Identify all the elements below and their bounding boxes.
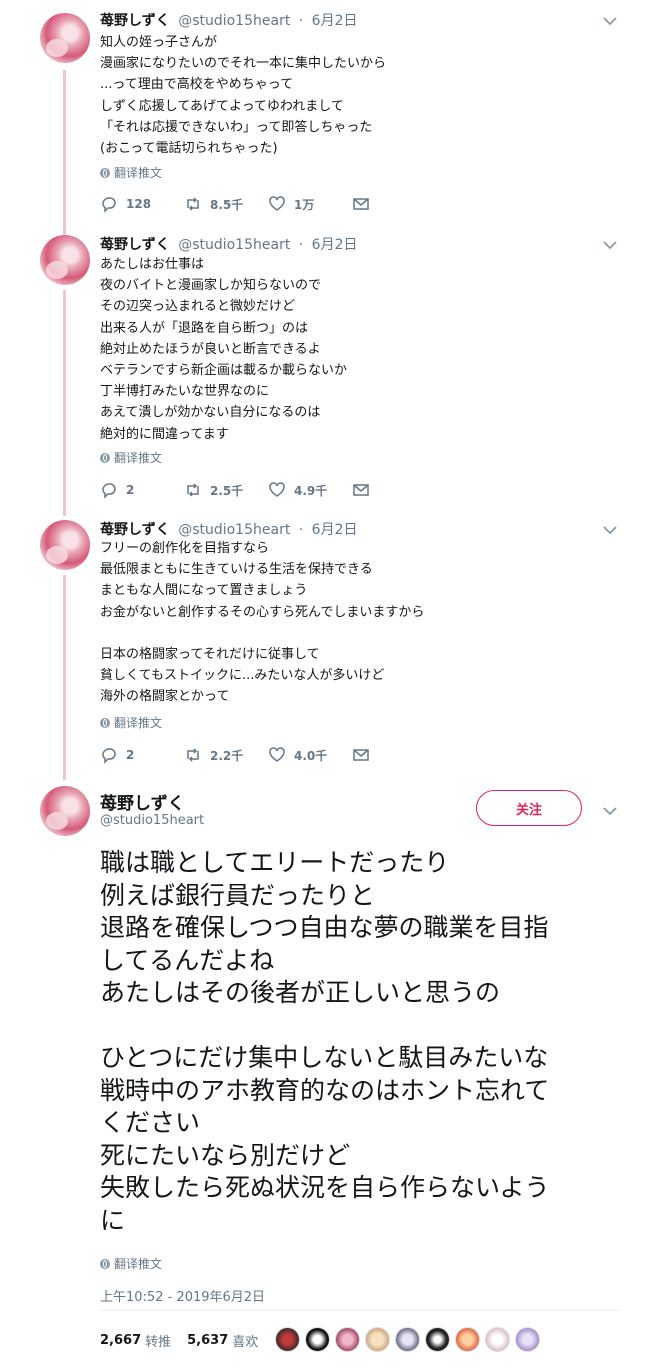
heart-icon — [269, 747, 285, 762]
message-button[interactable] — [352, 481, 436, 499]
tweet-header: 苺野しずく @studio15heart · 6月2日 — [100, 234, 358, 254]
liker-avatar[interactable] — [365, 1327, 390, 1352]
liker-avatars — [275, 1327, 540, 1352]
reply-icon — [102, 483, 116, 499]
heart-icon — [269, 482, 285, 497]
main-tweet: 苺野しずく @studio15heart 关注 職は職としてエリートだったり 例… — [0, 780, 660, 1371]
author-handle[interactable]: @studio15heart — [178, 237, 290, 253]
reply-count: 128 — [126, 197, 152, 211]
engagement-stats: 2,667 转推 5,637 喜欢 — [100, 1331, 258, 1350]
translate-link[interactable]: 翻译推文 — [100, 714, 162, 731]
reply-button[interactable]: 128 — [100, 195, 184, 213]
avatar[interactable] — [40, 235, 90, 285]
translate-link[interactable]: 翻译推文 — [100, 449, 162, 466]
translate-link[interactable]: 翻译推文 — [100, 164, 162, 181]
liker-avatar[interactable] — [275, 1327, 300, 1352]
author-handle[interactable]: @studio15heart — [178, 13, 290, 29]
retweet-count: 2.5千 — [210, 483, 244, 498]
tweet[interactable]: 苺野しずく @studio15heart · 6月2日 あたしはお仕事は 夜のバ… — [0, 225, 660, 510]
like-count[interactable]: 5,637 — [187, 1333, 228, 1348]
retweet-button[interactable]: 8.5千 — [184, 195, 268, 213]
tweet-actions: 2 2.2千 4.0千 — [100, 746, 436, 764]
liker-avatar[interactable] — [395, 1327, 420, 1352]
envelope-icon — [353, 198, 369, 210]
retweet-button[interactable]: 2.5千 — [184, 481, 268, 499]
retweet-icon — [187, 197, 199, 211]
retweet-count[interactable]: 2,667 — [100, 1333, 141, 1348]
author-handle[interactable]: @studio15heart — [178, 522, 290, 538]
reply-icon — [102, 748, 116, 764]
like-count: 4.0千 — [294, 748, 328, 763]
retweet-button[interactable]: 2.2千 — [184, 746, 268, 764]
tweet-actions: 128 8.5千 1万 — [100, 195, 436, 213]
liker-avatar[interactable] — [425, 1327, 450, 1352]
message-button[interactable] — [352, 195, 436, 213]
envelope-icon — [353, 484, 369, 496]
globe-icon — [100, 452, 110, 463]
separator: · — [298, 13, 304, 29]
author-name[interactable]: 苺野しずく — [100, 522, 170, 538]
like-count: 4.9千 — [294, 483, 328, 498]
author-handle[interactable]: @studio15heart — [100, 813, 204, 828]
author-name[interactable]: 苺野しずく — [100, 13, 170, 29]
envelope-icon — [353, 749, 369, 761]
liker-avatar[interactable] — [515, 1327, 540, 1352]
chevron-down-icon[interactable] — [602, 804, 618, 816]
tweet-timestamp[interactable]: 上午10:52 - 2019年6月2日 — [100, 1286, 265, 1305]
like-label[interactable]: 喜欢 — [232, 1331, 258, 1350]
like-button[interactable]: 4.9千 — [268, 481, 352, 499]
retweet-count: 8.5千 — [210, 197, 244, 212]
follow-button[interactable]: 关注 — [476, 790, 582, 826]
translate-link[interactable]: 翻译推文 — [100, 1255, 162, 1272]
divider — [100, 1310, 620, 1311]
tweet[interactable]: 苺野しずく @studio15heart · 6月2日 フリーの創作化を目指すな… — [0, 510, 660, 780]
retweet-icon — [187, 483, 199, 497]
tweet-text: 職は職としてエリートだったり 例えば銀行員だったりと 退路を確保しつつ自由な夢の… — [100, 848, 550, 1235]
tweet-header: 苺野しずく @studio15heart · 6月2日 — [100, 519, 358, 539]
translate-label: 翻译推文 — [114, 166, 163, 180]
tweet-header: 苺野しずく @studio15heart · 6月2日 — [100, 10, 358, 30]
retweet-label[interactable]: 转推 — [145, 1331, 171, 1350]
tweet-text: あたしはお仕事は 夜のバイトと漫画家しか知らないので その辺突っ込まれると微妙だ… — [100, 257, 348, 442]
liker-avatar[interactable] — [335, 1327, 360, 1352]
like-button[interactable]: 4.0千 — [268, 746, 352, 764]
chevron-down-icon[interactable] — [602, 14, 618, 26]
translate-label: 翻译推文 — [114, 1257, 163, 1271]
tweet-date[interactable]: 6月2日 — [312, 237, 358, 253]
retweet-icon — [187, 748, 199, 762]
separator: · — [298, 237, 304, 253]
tweet-actions: 2 2.5千 4.9千 — [100, 481, 436, 499]
globe-icon — [100, 1258, 110, 1269]
like-button[interactable]: 1万 — [268, 195, 352, 213]
reply-count: 2 — [126, 483, 135, 497]
liker-avatar[interactable] — [455, 1327, 480, 1352]
reply-count: 2 — [126, 748, 135, 762]
heart-icon — [269, 196, 285, 211]
author-name[interactable]: 苺野しずく — [100, 237, 170, 253]
like-count: 1万 — [294, 197, 315, 212]
tweet[interactable]: 苺野しずく @studio15heart · 6月2日 知人の姪っ子さんが 漫画… — [0, 0, 660, 225]
tweet-text: 知人の姪っ子さんが 漫画家になりたいのでそれ一本に集中したいから ...って理由… — [100, 35, 387, 157]
reply-button[interactable]: 2 — [100, 746, 184, 764]
avatar[interactable] — [40, 13, 90, 63]
avatar[interactable] — [40, 786, 90, 836]
liker-avatar[interactable] — [485, 1327, 510, 1352]
tweet-text: フリーの創作化を目指すなら 最低限まともに生きていける生活を保持できる まともな… — [100, 541, 425, 705]
message-button[interactable] — [352, 746, 436, 764]
globe-icon — [100, 717, 110, 728]
avatar[interactable] — [40, 520, 90, 570]
globe-icon — [100, 167, 110, 178]
reply-button[interactable]: 2 — [100, 481, 184, 499]
tweet-date[interactable]: 6月2日 — [312, 522, 358, 538]
translate-label: 翻译推文 — [114, 451, 163, 465]
chevron-down-icon[interactable] — [602, 523, 618, 535]
chevron-down-icon[interactable] — [602, 238, 618, 250]
reply-icon — [102, 197, 116, 213]
translate-label: 翻译推文 — [114, 716, 163, 730]
tweet-date[interactable]: 6月2日 — [312, 13, 358, 29]
separator: · — [298, 522, 304, 538]
liker-avatar[interactable] — [305, 1327, 330, 1352]
retweet-count: 2.2千 — [210, 748, 244, 763]
author-name[interactable]: 苺野しずく — [100, 789, 185, 814]
